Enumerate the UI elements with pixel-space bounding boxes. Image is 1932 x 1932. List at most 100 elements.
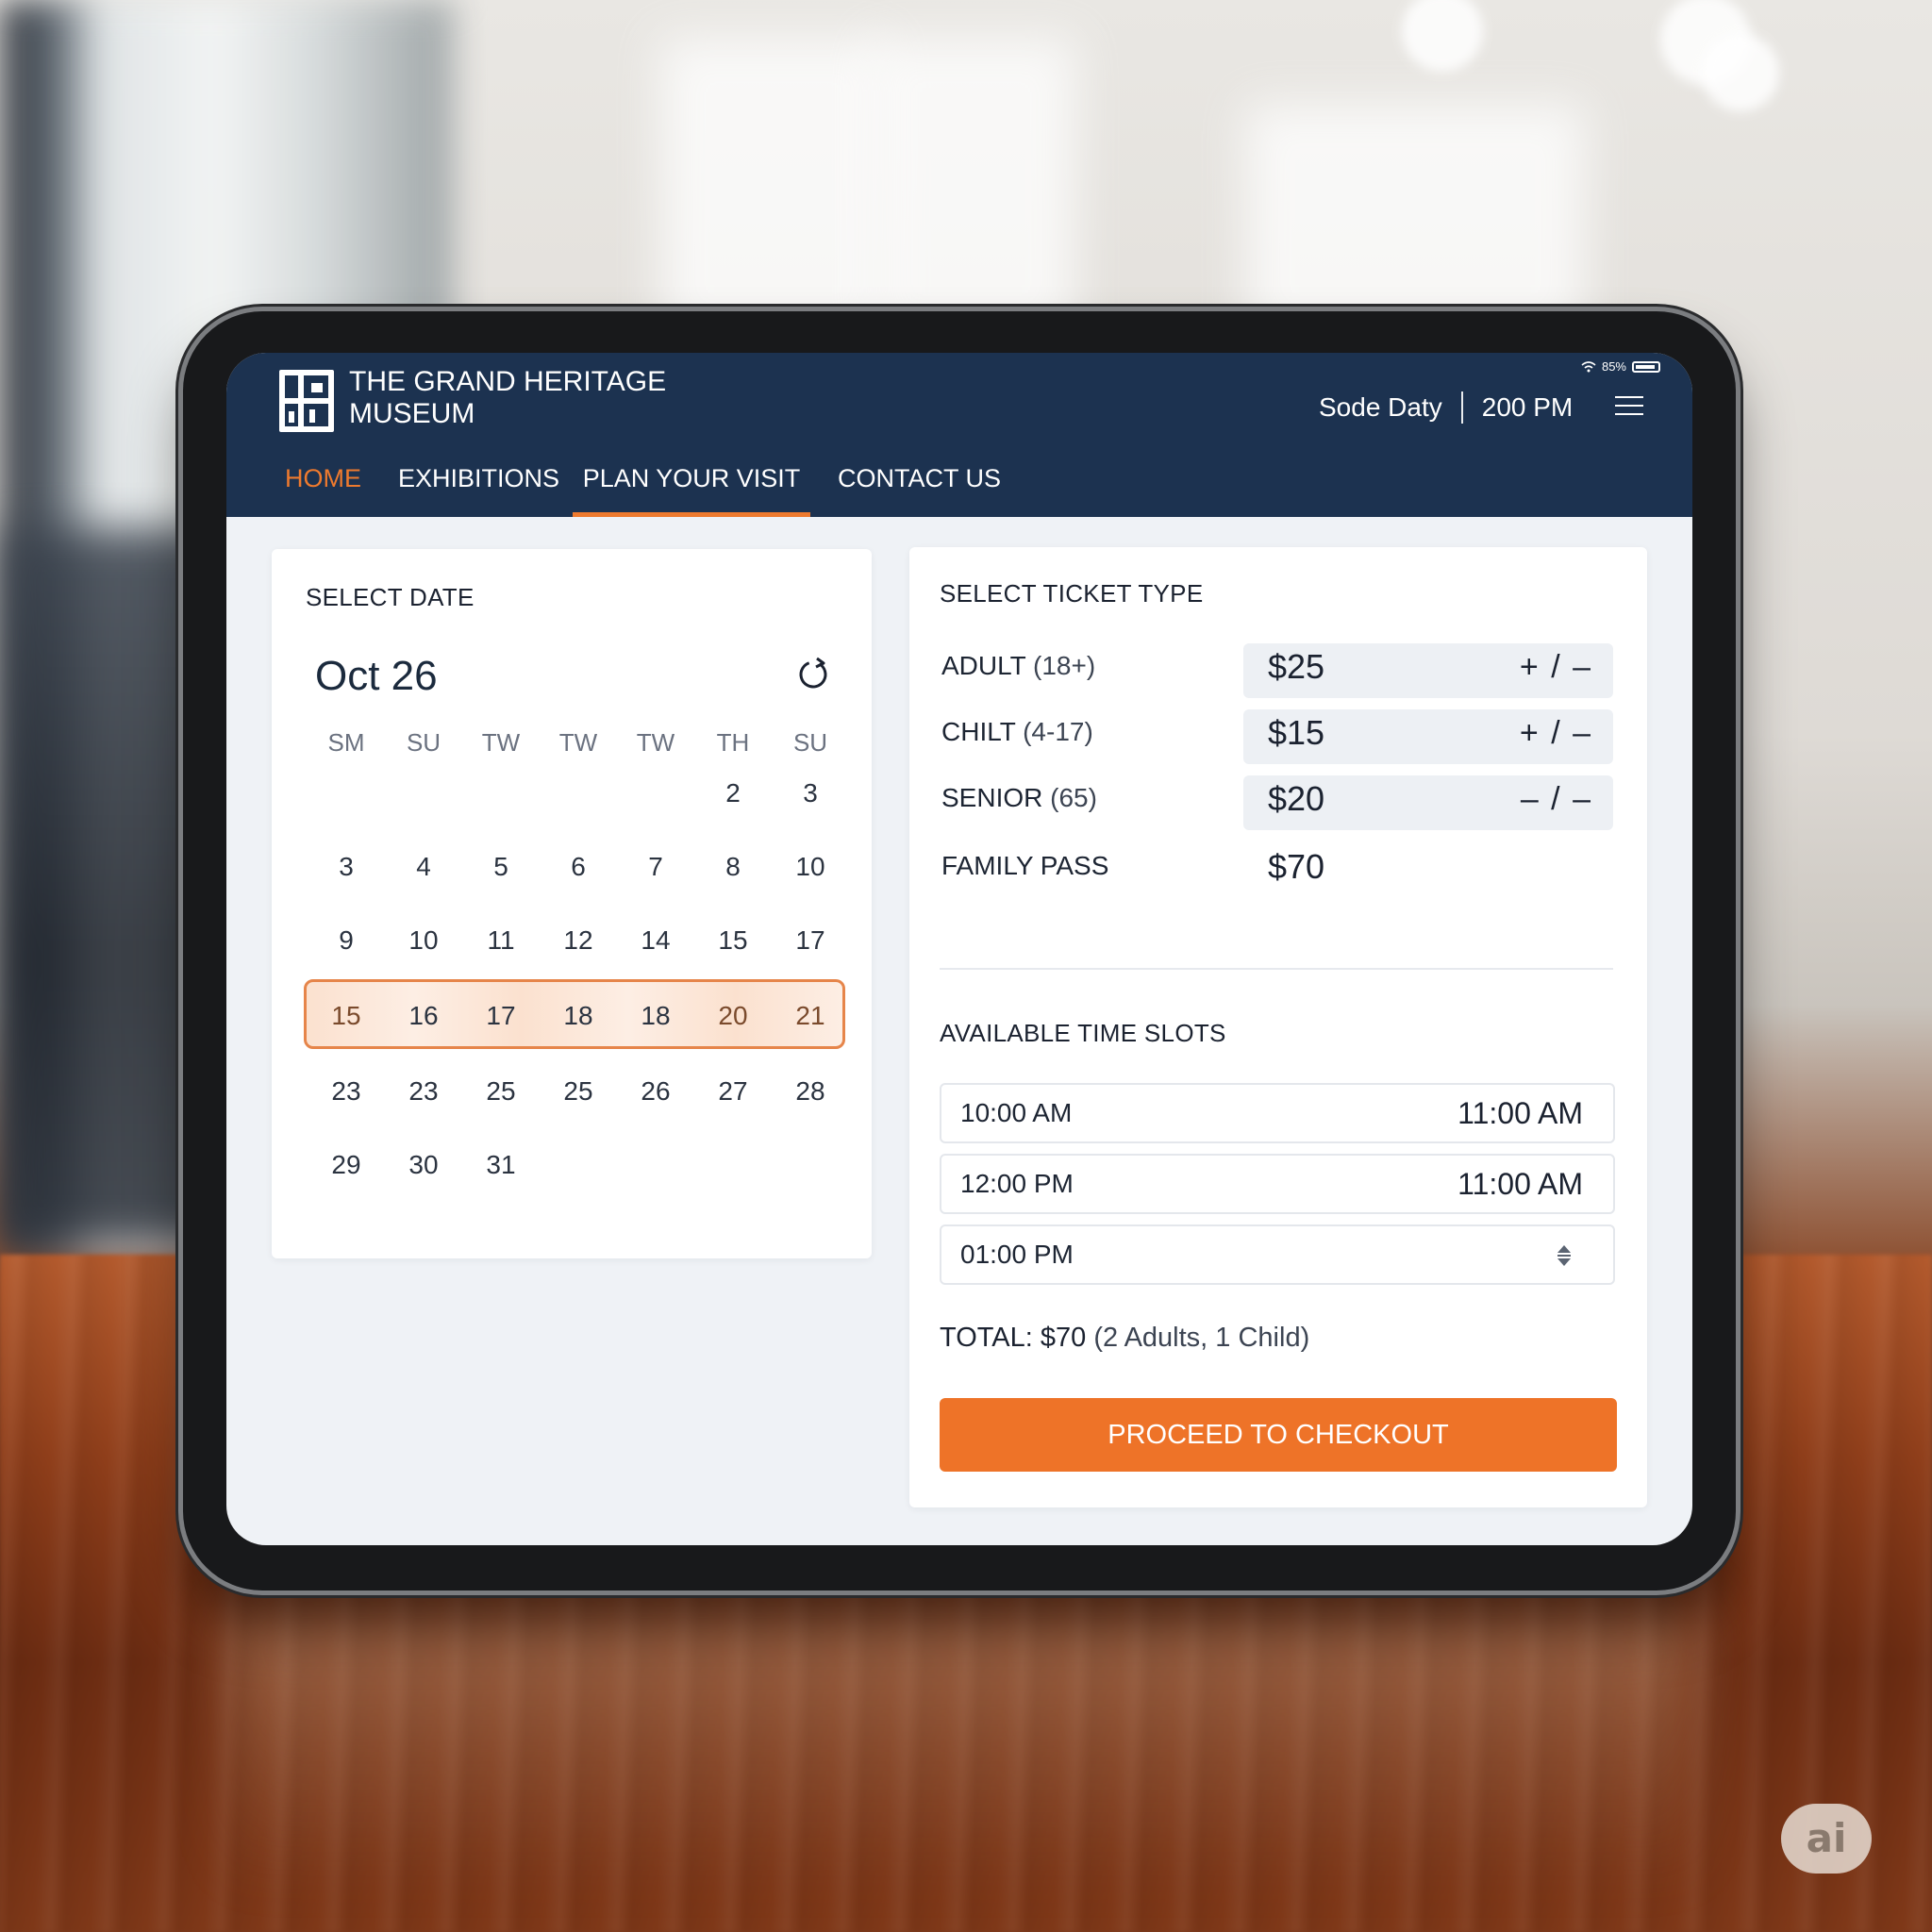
calendar-day[interactable]: 2 [700,770,766,817]
calendar-day-selected-week[interactable]: 18 [545,992,611,1040]
ticket-label-senior: SENIOR (65) [941,783,1097,813]
slot-start-time: 12:00 PM [960,1169,1074,1198]
calendar-day[interactable]: 26 [623,1068,689,1115]
calendar-day[interactable]: 6 [545,843,611,891]
calendar-day-selected-week[interactable]: 21 [777,992,843,1040]
calendar-day[interactable]: 11 [468,917,534,964]
calendar-day-selected-week[interactable]: 16 [391,992,457,1040]
ticket-label-child: CHILT (4-17) [941,717,1093,747]
main-nav: HOME EXHIBITIONS PLAN YOUR VISIT CONTACT… [226,455,1692,517]
weekday-label: TW [481,728,521,757]
calendar-day[interactable]: 10 [391,917,457,964]
quantity-control-adult[interactable]: + / – [1520,649,1592,686]
quantity-control-senior[interactable]: – / – [1521,781,1592,818]
calendar-day[interactable]: 12 [545,917,611,964]
ticket-name: FAMILY PASS [941,851,1109,880]
slot-start-time: 01:00 PM [960,1240,1074,1269]
nav-item-exhibitions[interactable]: EXHIBITIONS [398,455,559,517]
calendar-day[interactable]: 28 [777,1068,843,1115]
ticket-qualifier: (4-17) [1023,717,1093,746]
available-time-slots-title: AVAILABLE TIME SLOTS [940,1019,1226,1047]
time-slot[interactable]: 10:00 AM 11:00 AM [940,1083,1615,1143]
nav-item-home[interactable]: HOME [285,455,361,517]
calendar-day[interactable]: 8 [700,843,766,891]
stepper-arrows-icon [1557,1245,1571,1266]
calendar-day-selected-week[interactable]: 20 [700,992,766,1040]
nav-item-contact-us[interactable]: CONTACT US [838,455,1001,517]
total-amount: TOTAL: $70 [940,1323,1087,1353]
ticket-qualifier: (65) [1050,783,1097,812]
calendar-day[interactable]: 3 [313,843,379,891]
calendar-day[interactable]: 27 [700,1068,766,1115]
museum-name: THE GRAND HERITAGE MUSEUM [349,366,667,429]
ceiling-light [1702,34,1779,111]
ai-watermark-badge: ai [1781,1804,1872,1874]
month-label: Oct 26 [315,653,438,699]
calendar-day[interactable]: 9 [313,917,379,964]
calendar-day-selected-week[interactable]: 15 [313,992,379,1040]
time-slot-select[interactable]: 01:00 PM [940,1224,1615,1285]
slot-start-time: 10:00 AM [960,1098,1073,1127]
calendar-day[interactable]: 23 [313,1068,379,1115]
header-info-label: Sode Daty [1319,392,1442,422]
tablet-screen: THE GRAND HERITAGE MUSEUM 85% Sode Daty … [226,353,1692,1545]
wifi-icon [1581,361,1596,373]
calendar-day[interactable]: 30 [391,1141,457,1189]
price-family-pass: $70 [1268,847,1325,886]
calendar-day[interactable]: 7 [623,843,689,891]
date-picker-card: SELECT DATE Oct 26 SM SU TW TW TW TH SU 233456… [272,549,872,1258]
ticket-label-adult: ADULT (18+) [941,651,1095,681]
calendar-day-selected-week[interactable]: 18 [623,992,689,1040]
calendar-day[interactable]: 5 [468,843,534,891]
select-ticket-type-title: SELECT TICKET TYPE [940,579,1204,608]
nav-item-plan-your-visit[interactable]: PLAN YOUR VISIT [573,455,810,517]
refresh-icon[interactable] [794,655,832,692]
background-panel [660,38,887,340]
price-adult: $25 [1268,647,1325,686]
calendar-day[interactable]: 17 [777,917,843,964]
slot-end-time: 11:00 AM [1457,1096,1583,1130]
battery-icon [1632,361,1660,373]
price-senior: $20 [1268,779,1325,818]
calendar-day[interactable]: 15 [700,917,766,964]
calendar-day[interactable]: 25 [468,1068,534,1115]
background-panel [1245,104,1585,340]
quantity-control-child[interactable]: + / – [1520,715,1592,752]
ticket-label-family-pass: FAMILY PASS [941,851,1108,881]
ticket-name: CHILT [941,717,1016,746]
calendar-day[interactable]: 14 [623,917,689,964]
app-header: THE GRAND HERITAGE MUSEUM 85% Sode Daty … [226,353,1692,517]
header-info: Sode Daty 200 PM [1319,389,1573,426]
weekday-label: TW [636,728,675,757]
status-bar: 85% [1581,358,1660,375]
weekday-label: TW [558,728,598,757]
calendar-day[interactable]: 4 [391,843,457,891]
calendar-day[interactable]: 10 [777,843,843,891]
battery-percent: 85% [1601,359,1626,374]
tablet-device: THE GRAND HERITAGE MUSEUM 85% Sode Daty … [183,311,1736,1591]
ticket-card: SELECT TICKET TYPE ADULT (18+) $25 + / –… [909,547,1647,1507]
weekday-label: SM [327,728,365,757]
price-child: $15 [1268,713,1325,752]
museum-logo-icon [279,370,334,432]
section-divider [940,968,1613,970]
order-total: TOTAL: $70 (2 Adults, 1 Child) [940,1323,1309,1354]
total-breakdown: (2 Adults, 1 Child) [1093,1323,1310,1353]
calendar-day[interactable]: 3 [777,770,843,817]
ticket-qualifier: (18+) [1033,651,1096,680]
header-time: 200 PM [1481,392,1574,422]
calendar-day-selected-week[interactable]: 17 [468,992,534,1040]
calendar-day[interactable]: 31 [468,1141,534,1189]
proceed-to-checkout-button[interactable]: PROCEED TO CHECKOUT [940,1398,1617,1472]
calendar-day[interactable]: 25 [545,1068,611,1115]
header-divider [1460,391,1463,424]
weekday-label: SU [406,728,441,757]
ceiling-light [1402,0,1483,72]
table-reflection [226,1604,1698,1887]
calendar-day[interactable]: 23 [391,1068,457,1115]
time-slot[interactable]: 12:00 PM 11:00 AM [940,1154,1615,1214]
weekday-label: TH [716,728,750,757]
slot-end-time: 11:00 AM [1457,1167,1583,1201]
calendar-day[interactable]: 29 [313,1141,379,1189]
hamburger-menu-icon[interactable] [1615,394,1643,417]
